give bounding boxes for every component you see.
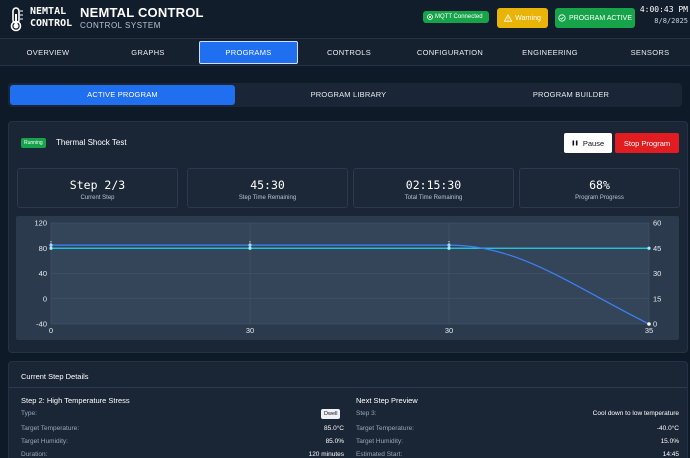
humidity-point	[647, 246, 651, 250]
next-target-temperature-value: -40.0°C	[656, 425, 679, 432]
stat-value: 45:30	[250, 178, 285, 192]
clock: 4:00:43 PM 8/8/2025	[640, 5, 688, 25]
clock-time: 4:00:43 PM	[639, 5, 688, 14]
stat-label: Step Time Remaining	[238, 195, 297, 201]
tab-sensors[interactable]: SENSORS	[610, 39, 690, 66]
details-title: Current Step Details	[21, 372, 89, 381]
mqtt-status-badge: MQTT Connected	[423, 11, 489, 23]
y-right-tick-label: 60	[653, 219, 661, 228]
stat-label: Total Time Remaining	[404, 195, 463, 201]
main-nav: OVERVIEW GRAPHS PROGRAMS CONTROLS CONFIG…	[0, 38, 690, 66]
stat-total-time-remaining: 02:15:30 Total Time Remaining	[353, 168, 514, 208]
temperature-point	[248, 243, 252, 247]
app-logo[interactable]: NEMTAL CONTROL	[6, 4, 76, 34]
stat-label: Current Step	[80, 195, 115, 201]
stat-current-step: Step 2/3 Current Step	[17, 168, 178, 208]
program-active-label: PROGRAM ACTIVE	[568, 14, 632, 22]
logo-line-1: NEMTAL	[30, 6, 67, 17]
program-subtabs: ACTIVE PROGRAM PROGRAM LIBRARY PROGRAM B…	[8, 83, 682, 107]
active-program-panel: Running Thermal Shock Test Pause Stop Pr…	[8, 121, 688, 353]
y-right-tick-label: 30	[653, 269, 661, 278]
tab-configuration[interactable]: CONFIGURATION	[405, 39, 495, 66]
pause-icon	[572, 140, 578, 146]
target-humidity-value: 85.0%	[325, 438, 344, 445]
y-left-tick-label: 0	[43, 294, 47, 303]
x-tick-label: 30	[246, 326, 254, 335]
temperature-point	[647, 322, 651, 326]
y-left-tick-label: 120	[34, 219, 47, 228]
program-name: Thermal Shock Test	[56, 138, 127, 147]
check-circle-icon	[558, 14, 566, 22]
pause-label: Pause	[582, 138, 605, 148]
estimated-start-label: Estimated Start:	[356, 451, 403, 458]
y-right-tick-label: 45	[653, 244, 661, 253]
next-target-humidity-value: 15.0%	[660, 438, 679, 445]
next-step-value: Cool down to low temperature	[592, 410, 679, 417]
y-left-tick-label: 80	[39, 244, 47, 253]
target-temperature-value: 85.0°C	[324, 425, 344, 432]
type-label: Type:	[21, 410, 37, 417]
stat-value: 68%	[589, 178, 610, 192]
target-humidity-label: Target Humidity:	[21, 438, 68, 445]
duration-value: 120 minutes	[308, 451, 344, 458]
stat-value: Step 2/3	[69, 178, 126, 192]
humidity-point	[49, 246, 53, 250]
wifi-icon	[427, 14, 433, 20]
step-type-tag: Dwell	[321, 409, 341, 419]
app-subtitle: CONTROL SYSTEM	[80, 21, 161, 30]
logo-line-2: CONTROL	[30, 18, 73, 29]
current-step-heading: Step 2: High Temperature Stress	[21, 396, 130, 405]
warning-label: Warning	[515, 14, 541, 22]
subtab-program-library[interactable]: PROGRAM LIBRARY	[236, 85, 461, 105]
y-left-tick-label: 40	[39, 269, 47, 278]
y-right-tick-label: 0	[653, 320, 657, 329]
tab-controls[interactable]: CONTROLS	[308, 39, 390, 66]
subtab-active-program[interactable]: ACTIVE PROGRAM	[10, 85, 235, 105]
program-status-badge: Running	[21, 138, 46, 148]
tab-overview[interactable]: OVERVIEW	[8, 39, 88, 66]
tab-graphs[interactable]: GRAPHS	[108, 39, 188, 66]
temperature-point	[49, 243, 53, 247]
stat-value: 02:15:30	[405, 178, 462, 192]
tab-engineering[interactable]: ENGINEERING	[505, 39, 595, 66]
stop-program-button[interactable]: Stop Program	[615, 133, 679, 153]
y-left-tick-label: -40	[36, 320, 47, 329]
duration-label: Duration:	[21, 451, 48, 458]
humidity-point	[248, 246, 252, 250]
x-tick-label: 30	[445, 326, 453, 335]
estimated-start-value: 14:45	[662, 451, 679, 458]
temperature-point	[447, 243, 451, 247]
current-step-details-panel: Current Step Details Step 2: High Temper…	[8, 361, 688, 458]
x-tick-label: 35	[645, 326, 653, 335]
target-temperature-label: Target Temperature:	[21, 425, 80, 432]
stat-step-time-remaining: 45:30 Step Time Remaining	[187, 168, 348, 208]
stat-label: Program Progress	[575, 195, 624, 201]
mqtt-status-label: MQTT Connected	[435, 14, 483, 20]
warning-badge[interactable]: Warning	[497, 8, 548, 28]
program-profile-chart: 12080400-406045301500 30 30 35	[16, 216, 679, 340]
next-target-humidity-label: Target Humidity:	[356, 438, 403, 445]
x-tick-label: 0	[49, 326, 53, 335]
next-step-heading: Next Step Preview	[356, 396, 418, 405]
humidity-point	[447, 246, 451, 250]
program-active-badge: PROGRAM ACTIVE	[555, 8, 635, 28]
next-step-label: Step 3:	[356, 410, 377, 417]
next-target-temperature-label: Target Temperature:	[356, 425, 415, 432]
stat-program-progress: 68% Program Progress	[519, 168, 680, 208]
clock-date: 8/8/2025	[654, 17, 688, 25]
y-right-tick-label: 15	[653, 294, 661, 303]
details-divider	[9, 387, 687, 388]
tab-programs[interactable]: PROGRAMS	[199, 41, 298, 64]
warning-icon	[504, 14, 513, 22]
thermometer-icon	[10, 7, 23, 32]
subtab-program-builder[interactable]: PROGRAM BUILDER	[462, 85, 680, 105]
pause-button[interactable]: Pause	[564, 133, 612, 153]
app-title: NEMTAL CONTROL	[80, 5, 204, 20]
logo-wordmark: NEMTAL CONTROL	[30, 6, 72, 30]
app-header: NEMTAL CONTROL NEMTAL CONTROL CONTROL SY…	[0, 0, 690, 38]
